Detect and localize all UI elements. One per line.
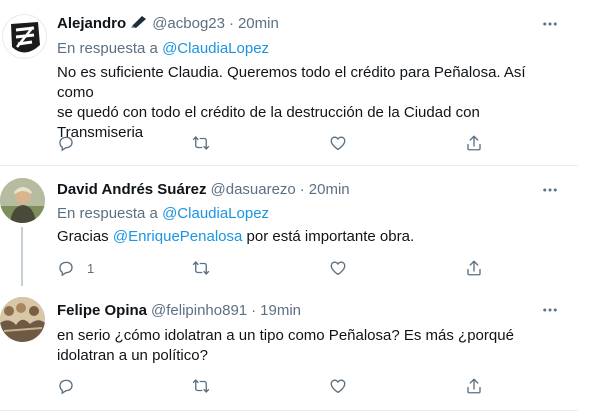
reply-to-link[interactable]: @ClaudiaLopez [162, 40, 269, 57]
like-button[interactable] [329, 258, 347, 278]
reply-context: En respuesta a @ClaudiaLopez [57, 40, 269, 57]
share-icon [465, 134, 483, 152]
reply-icon [57, 134, 75, 152]
tweet-text-line: se quedó con todo el crédito de la destr… [57, 104, 480, 121]
reply-button[interactable] [57, 133, 87, 153]
tweet-alejandro[interactable]: Alejandro @acbog23 · 20min En respuesta … [0, 0, 578, 165]
timestamp[interactable]: 20min [309, 181, 350, 198]
mention-link[interactable]: @EnriquePenalosa [113, 228, 242, 245]
tweet-text-line: No es suficiente Claudia. Queremos todo … [57, 64, 526, 101]
tweet-header: Felipe Opina @felipinho891 · 19min [57, 302, 301, 319]
share-button[interactable] [465, 376, 483, 396]
author-name[interactable]: Alejandro [57, 15, 126, 32]
reply-prefix: En respuesta a [57, 40, 158, 57]
pen-badge-icon [130, 14, 148, 32]
retweet-icon [192, 259, 210, 277]
share-icon [465, 259, 483, 277]
retweet-button[interactable] [192, 133, 210, 153]
tweet-text-end: por está importante obra. [246, 228, 415, 245]
like-button[interactable] [329, 133, 347, 153]
shield-logo-icon [11, 22, 40, 53]
timestamp[interactable]: 20min [238, 15, 279, 32]
retweet-button[interactable] [192, 258, 210, 278]
author-handle[interactable]: @dasuarezo [211, 181, 296, 198]
tweet-header: David Andrés Suárez @dasuarezo · 20min [57, 181, 350, 198]
more-icon [541, 181, 559, 199]
like-icon [329, 377, 347, 395]
tweet-actions [57, 376, 497, 396]
like-icon [329, 259, 347, 277]
tweet-actions [57, 133, 497, 153]
timestamp[interactable]: 19min [260, 302, 301, 319]
like-button[interactable] [329, 376, 347, 396]
avatar[interactable] [0, 178, 45, 223]
profile-photo-icon [0, 297, 45, 342]
tweet-actions: 1 [57, 258, 497, 278]
separator-dot: · [251, 302, 257, 319]
tweet-divider [0, 410, 578, 411]
author-name[interactable]: Felipe Opina [57, 302, 147, 319]
tweet-felipe[interactable]: Felipe Opina @felipinho891 · 19min en se… [0, 286, 578, 413]
author-handle[interactable]: @felipinho891 [151, 302, 247, 319]
like-icon [329, 134, 347, 152]
tweet-text: No es suficiente Claudia. Queremos todo … [57, 63, 557, 143]
author-name[interactable]: David Andrés Suárez [57, 181, 207, 198]
more-options-button[interactable] [540, 14, 560, 34]
reply-button[interactable] [57, 376, 87, 396]
separator-dot: · [228, 14, 234, 32]
tweet-text: en serio ¿cómo idolatran a un tipo como … [57, 326, 557, 366]
separator-dot: · [299, 181, 305, 198]
more-icon [541, 15, 559, 33]
share-icon [465, 377, 483, 395]
retweet-icon [192, 134, 210, 152]
reply-icon [57, 377, 75, 395]
reply-button[interactable]: 1 [57, 258, 94, 278]
tweet-text-line: idolatran a un político? [57, 347, 208, 364]
share-button[interactable] [465, 133, 483, 153]
tweet-text: Gracias @EnriquePenalosa por está import… [57, 227, 557, 247]
reply-icon [57, 259, 75, 277]
retweet-icon [192, 377, 210, 395]
tweet-text-line: en serio ¿cómo idolatran a un tipo como … [57, 327, 514, 344]
tweet-header: Alejandro @acbog23 · 20min [57, 14, 279, 32]
retweet-button[interactable] [192, 376, 210, 396]
reply-context: En respuesta a @ClaudiaLopez [57, 205, 269, 222]
more-options-button[interactable] [540, 180, 560, 200]
tweet-david[interactable]: David Andrés Suárez @dasuarezo · 20min E… [0, 166, 578, 286]
profile-photo-icon [0, 178, 45, 223]
thread-connector [21, 227, 23, 286]
reply-count: 1 [87, 260, 95, 276]
tweet-text-start: Gracias [57, 228, 109, 245]
avatar[interactable] [2, 14, 47, 59]
reply-to-link[interactable]: @ClaudiaLopez [162, 205, 269, 222]
more-icon [541, 301, 559, 319]
share-button[interactable] [465, 258, 483, 278]
reply-prefix: En respuesta a [57, 205, 158, 222]
author-handle[interactable]: @acbog23 [152, 15, 225, 32]
more-options-button[interactable] [540, 300, 560, 320]
avatar[interactable] [0, 297, 45, 342]
